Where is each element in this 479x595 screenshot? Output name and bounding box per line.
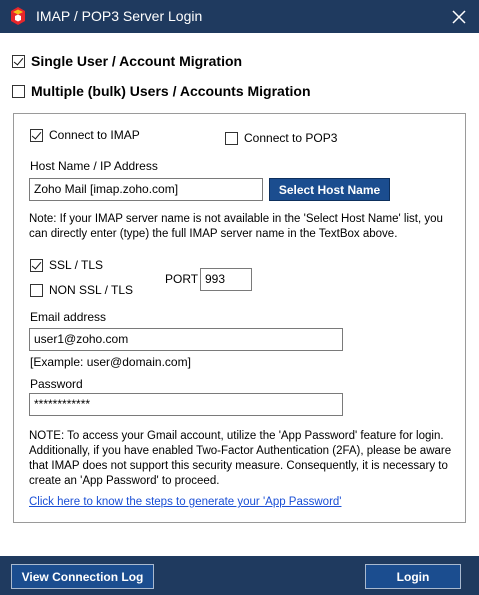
email-input[interactable]: user1@zoho.com <box>29 328 343 351</box>
close-icon <box>452 9 466 24</box>
select-host-button[interactable]: Select Host Name <box>269 178 390 201</box>
ssl-option[interactable]: SSL / TLS <box>30 258 103 272</box>
window-title: IMAP / POP3 Server Login <box>36 8 203 24</box>
app-logo-icon <box>11 7 25 25</box>
multiple-migration-label: Multiple (bulk) Users / Accounts Migrati… <box>31 83 311 99</box>
connect-pop3-option[interactable]: Connect to POP3 <box>225 131 337 145</box>
close-button[interactable] <box>439 0 479 33</box>
multiple-migration-checkbox[interactable] <box>12 84 25 98</box>
host-input[interactable]: Zoho Mail [imap.zoho.com] <box>29 178 263 201</box>
non-ssl-label: NON SSL / TLS <box>49 283 134 297</box>
app-password-note: NOTE: To access your Gmail account, util… <box>29 430 452 487</box>
non-ssl-checkbox[interactable] <box>30 283 43 297</box>
host-note: Note: If your IMAP server name is not av… <box>29 213 443 240</box>
single-migration-checkbox[interactable] <box>12 54 25 68</box>
connect-pop3-checkbox[interactable] <box>225 131 238 145</box>
connect-imap-checkbox[interactable] <box>30 128 43 142</box>
password-label: Password <box>30 377 83 391</box>
connect-imap-option[interactable]: Connect to IMAP <box>30 128 140 142</box>
email-example: [Example: user@domain.com] <box>30 355 191 369</box>
connect-imap-label: Connect to IMAP <box>49 128 140 142</box>
footer-bar: View Connection Log Login <box>0 556 479 595</box>
multiple-migration-option[interactable]: Multiple (bulk) Users / Accounts Migrati… <box>12 83 311 99</box>
host-label: Host Name / IP Address <box>30 159 158 173</box>
port-input[interactable]: 993 <box>200 268 252 291</box>
non-ssl-option[interactable]: NON SSL / TLS <box>30 283 133 297</box>
email-label: Email address <box>30 310 107 324</box>
single-migration-label: Single User / Account Migration <box>31 53 243 69</box>
ssl-checkbox[interactable] <box>30 258 43 272</box>
ssl-label: SSL / TLS <box>49 258 104 272</box>
login-button[interactable]: Login <box>365 564 461 589</box>
single-migration-option[interactable]: Single User / Account Migration <box>12 53 242 69</box>
view-connection-log-button[interactable]: View Connection Log <box>11 564 154 589</box>
title-bar: IMAP / POP3 Server Login <box>0 0 479 33</box>
connect-pop3-label: Connect to POP3 <box>244 131 338 145</box>
password-input[interactable]: ************ <box>29 393 343 416</box>
port-label: PORT <box>165 272 199 286</box>
app-password-link[interactable]: Click here to know the steps to generate… <box>29 496 342 508</box>
connection-panel: Connect to IMAP Connect to POP3 Host Nam… <box>13 113 466 523</box>
